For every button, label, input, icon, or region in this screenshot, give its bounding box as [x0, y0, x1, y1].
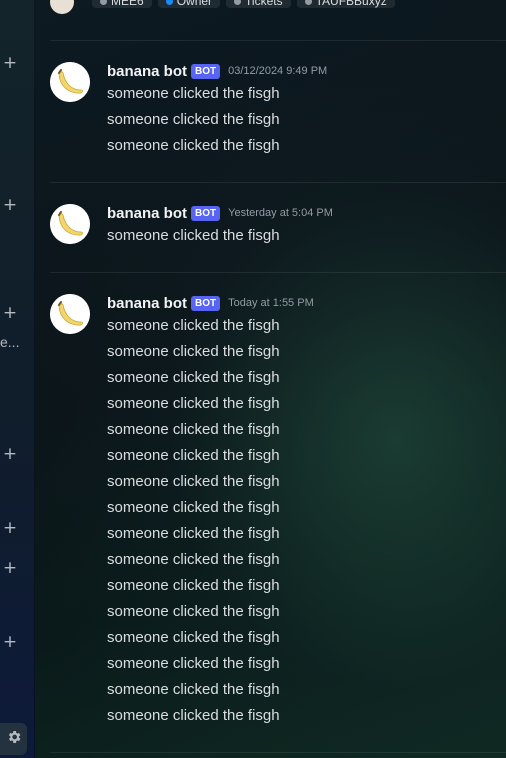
username[interactable]: banana bot [107, 63, 187, 80]
message-text: someone clicked the fisgh [107, 525, 280, 542]
bot-badge: BOT [191, 205, 221, 221]
add-channel-button[interactable]: + [2, 634, 18, 651]
message-text: someone clicked the fisgh [107, 499, 280, 516]
message-text: someone clicked the fisgh [107, 85, 280, 102]
role-chip-label: Tickets [245, 0, 283, 8]
add-channel-button[interactable]: + [2, 305, 18, 322]
role-dot-icon [165, 0, 173, 5]
username[interactable]: banana bot [107, 295, 187, 312]
add-channel-button[interactable]: + [2, 560, 18, 577]
banana-icon [50, 204, 90, 244]
role-chip-label: MEE6 [111, 0, 144, 8]
message-text: someone clicked the fisgh [107, 655, 280, 672]
add-channel-button[interactable]: + [2, 55, 18, 72]
role-dot-icon [304, 0, 312, 5]
username[interactable]: banana bot [107, 205, 187, 222]
message-text: someone clicked the fisgh [107, 137, 280, 154]
divider [50, 40, 506, 41]
role-chip[interactable]: Tickets [226, 0, 291, 8]
avatar[interactable] [50, 294, 90, 334]
role-chips-row: MEE6 Owner Tickets TAUFBBuxyz [50, 0, 395, 14]
banana-icon [50, 62, 90, 102]
message-text: someone clicked the fisgh [107, 551, 280, 568]
message-text: someone clicked the fisgh [107, 577, 280, 594]
message-text: someone clicked the fisgh [107, 317, 280, 334]
message-text: someone clicked the fisgh [107, 421, 280, 438]
timestamp[interactable]: Today at 1:55 PM [228, 297, 314, 309]
timestamp[interactable]: Yesterday at 5:04 PM [228, 207, 333, 219]
banana-icon [50, 294, 90, 334]
add-channel-button[interactable]: + [2, 197, 18, 214]
divider [50, 272, 506, 273]
bot-badge: BOT [191, 63, 221, 79]
bot-badge: BOT [191, 295, 221, 311]
message-text: someone clicked the fisgh [107, 603, 280, 620]
divider [50, 752, 506, 753]
role-chip[interactable]: MEE6 [92, 0, 152, 8]
add-channel-button[interactable]: + [2, 520, 18, 537]
role-dot-icon [234, 0, 242, 5]
user-settings-button[interactable] [0, 723, 27, 755]
truncated-channel-name[interactable]: e... [0, 334, 19, 350]
add-channel-button[interactable]: + [2, 446, 18, 463]
message-text: someone clicked the fisgh [107, 395, 280, 412]
role-chip-label: Owner [176, 0, 213, 8]
message-text: someone clicked the fisgh [107, 369, 280, 386]
message-text: someone clicked the fisgh [107, 227, 280, 244]
role-chip-label: TAUFBBuxyz [315, 0, 387, 8]
avatar[interactable] [50, 0, 74, 14]
avatar[interactable] [50, 204, 90, 244]
divider [50, 182, 506, 183]
message-text: someone clicked the fisgh [107, 629, 280, 646]
message-text: someone clicked the fisgh [107, 343, 280, 360]
gear-icon [6, 729, 22, 750]
channel-sidebar: + + + e... + + + + [0, 0, 35, 758]
message-text: someone clicked the fisgh [107, 681, 280, 698]
message-text: someone clicked the fisgh [107, 473, 280, 490]
role-chip[interactable]: TAUFBBuxyz [296, 0, 395, 8]
role-chip[interactable]: Owner [157, 0, 221, 8]
timestamp[interactable]: 03/12/2024 9:49 PM [228, 65, 327, 77]
role-dot-icon [100, 0, 107, 5]
message-text: someone clicked the fisgh [107, 707, 280, 724]
avatar[interactable] [50, 62, 90, 102]
message-text: someone clicked the fisgh [107, 447, 280, 464]
message-text: someone clicked the fisgh [107, 111, 280, 128]
